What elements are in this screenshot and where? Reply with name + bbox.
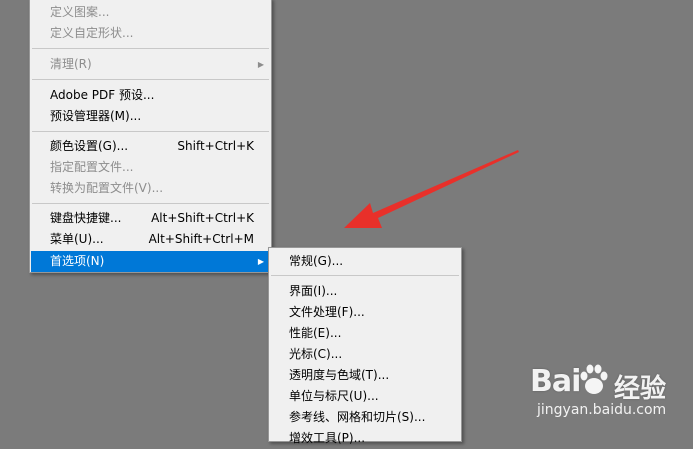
baidu-paw-icon	[580, 364, 608, 394]
red-arrow-shape	[344, 150, 519, 228]
watermark-brand: Bai	[530, 364, 581, 399]
watermark-jingyan: 经验	[614, 374, 667, 404]
watermark-url: jingyan.baidu.com	[537, 402, 667, 418]
